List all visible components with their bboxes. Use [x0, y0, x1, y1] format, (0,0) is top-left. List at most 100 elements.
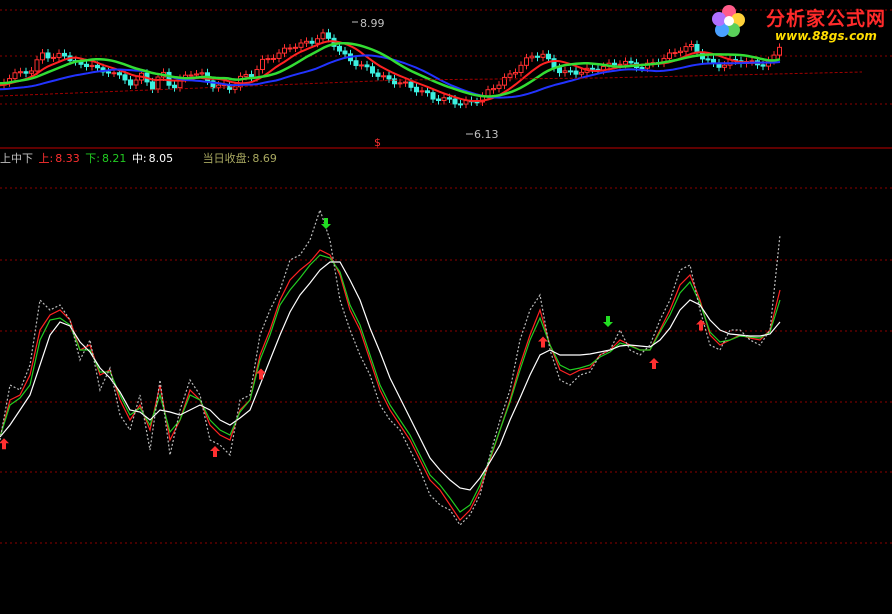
candle-body	[524, 57, 529, 66]
candle-body	[23, 71, 29, 74]
signal-arrow-up-1	[210, 446, 220, 457]
candle-body	[397, 82, 403, 85]
signal-arrow-up-4	[538, 336, 548, 348]
candle-body	[34, 59, 40, 72]
candle-body	[689, 43, 694, 48]
candle-body	[513, 71, 518, 75]
logo-flower-icon	[712, 5, 745, 37]
candle-body	[194, 73, 199, 76]
candle-body	[337, 45, 342, 52]
candle-body	[155, 76, 161, 90]
candle-body	[370, 66, 375, 74]
series-line-1	[0, 254, 781, 513]
candle-body	[89, 64, 95, 68]
logo-name: 分析家公式网	[765, 8, 886, 30]
candle-body	[62, 52, 67, 57]
candle-body	[232, 86, 238, 90]
candle-body	[117, 72, 122, 76]
legend-close-label: 当日收盘:	[202, 152, 251, 165]
candle-body	[29, 70, 34, 74]
candle-body	[672, 52, 678, 55]
candle-body	[128, 79, 133, 86]
signal-arrow-up-6	[649, 358, 659, 369]
annotation-dollar-marker: $	[374, 136, 381, 149]
candle-body	[40, 52, 45, 61]
price-annotations: 8.99 6.13 $	[352, 17, 499, 149]
candle-body	[749, 60, 755, 63]
candle-body	[458, 103, 463, 106]
candle-body	[623, 60, 628, 65]
legend-lower-value: 8.21	[101, 152, 127, 165]
candle-body	[51, 56, 56, 59]
candle-body	[667, 52, 672, 59]
candle-body	[678, 50, 683, 54]
candle-body	[436, 98, 441, 102]
candle-body	[705, 58, 711, 61]
annotation-low: 6.13	[474, 128, 499, 141]
candle-body	[172, 84, 177, 89]
candle-body	[304, 40, 309, 44]
series-line-2	[0, 261, 781, 491]
candle-body	[188, 74, 194, 77]
candle-body	[298, 42, 304, 48]
logo-url: www.88gs.com	[775, 29, 877, 43]
candle-body	[111, 72, 117, 75]
candle-body	[535, 55, 540, 58]
candle-body	[122, 74, 128, 81]
candle-body	[276, 52, 282, 59]
candle-body	[430, 92, 436, 100]
series-line-3	[0, 208, 781, 526]
chart-canvas: 8.99 6.13 $	[0, 9, 892, 544]
candle-body	[518, 64, 524, 73]
candle-body	[612, 62, 617, 66]
moving-averages	[0, 40, 863, 103]
candle-body	[568, 70, 573, 73]
candle-body	[777, 46, 782, 56]
candle-body	[95, 64, 100, 69]
candle-body	[683, 46, 689, 52]
candle-body	[496, 84, 502, 90]
candle-body	[562, 70, 568, 74]
indicator-legend: 上中下 上: 8.33 下: 8.21 中: 8.05 当日收盘: 8.69	[0, 150, 279, 166]
candle-body	[573, 70, 579, 75]
candle-body	[315, 38, 320, 44]
candle-body	[491, 88, 496, 91]
candle-body	[386, 75, 392, 80]
candle-body	[447, 97, 452, 100]
candle-body	[590, 67, 595, 70]
legend-title: 上中下	[0, 152, 33, 165]
signal-arrow-down-3	[321, 218, 331, 229]
candle-body	[359, 64, 364, 67]
candle-body	[133, 79, 139, 86]
candle-body	[282, 47, 287, 54]
candle-body	[507, 73, 513, 78]
candle-body	[106, 71, 111, 74]
candle-body	[414, 86, 419, 93]
candle-body	[260, 58, 265, 71]
candle-body	[320, 32, 326, 40]
candle-body	[546, 53, 551, 60]
signal-arrows	[0, 218, 706, 457]
candle-body	[419, 90, 425, 93]
legend-upper-label: 上:	[38, 152, 54, 165]
legend-mid-label: 中:	[131, 152, 147, 165]
candle-body	[326, 32, 331, 39]
candle-body	[529, 55, 535, 59]
candle-body	[265, 58, 271, 61]
candle-body	[617, 63, 623, 66]
legend-upper-value: 8.33	[55, 152, 80, 165]
legend-close-value: 8.69	[252, 152, 277, 165]
candle-body	[56, 52, 62, 58]
candle-body	[18, 71, 23, 74]
site-logo: 分析家公式网 www.88gs.com	[766, 4, 886, 43]
signal-arrow-down-5	[603, 316, 613, 327]
legend-mid-value: 8.05	[148, 152, 174, 165]
candle-body	[287, 47, 293, 50]
candle-body	[639, 67, 645, 70]
candle-body	[12, 72, 18, 80]
candle-body	[309, 40, 315, 44]
candle-body	[293, 46, 298, 49]
legend-lower-label: 下:	[85, 152, 100, 165]
candle-body	[722, 64, 727, 68]
candle-body	[271, 57, 276, 60]
